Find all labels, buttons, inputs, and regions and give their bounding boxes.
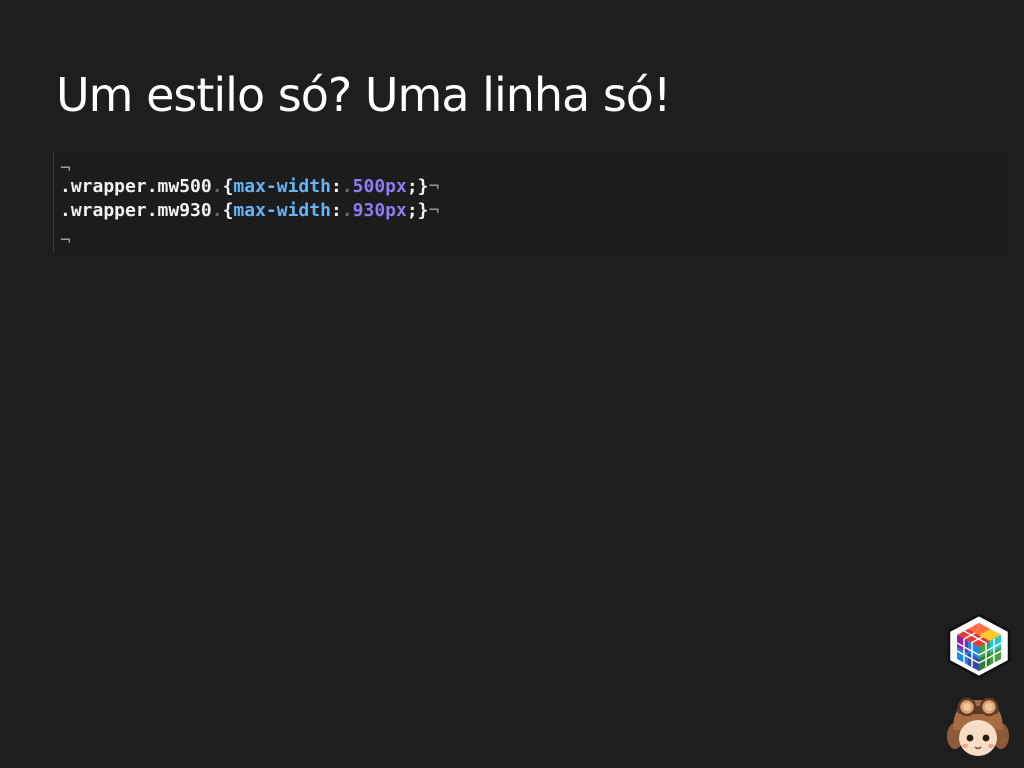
eol-marker: ¬ <box>428 176 440 197</box>
cube-logo-icon <box>947 613 1011 679</box>
eol-marker: ¬ <box>60 230 71 251</box>
semicolon: ; <box>406 176 418 197</box>
css-value: 500px <box>352 176 407 197</box>
css-selector: .wrapper.mw930 <box>60 200 212 221</box>
semicolon: ; <box>406 200 418 221</box>
css-property: max-width <box>233 176 331 197</box>
code-editor: ¬ .wrapper.mw500.{max-width:.500px;}¬ .w… <box>53 152 1007 252</box>
slide-title: Um estilo só? Uma linha só! <box>56 68 671 122</box>
close-brace: } <box>417 200 429 221</box>
code-line-rule: .wrapper.mw500.{max-width:.500px;}¬ <box>60 176 439 198</box>
css-value: 930px <box>352 200 407 221</box>
whitespace-marker: . <box>341 200 353 221</box>
open-brace: { <box>222 200 234 221</box>
code-line-blank: ¬ <box>60 230 71 252</box>
open-brace: { <box>222 176 234 197</box>
colon: : <box>330 200 342 221</box>
css-selector: .wrapper.mw500 <box>60 176 212 197</box>
aviator-mascot-icon <box>947 697 1009 756</box>
code-line-rule: .wrapper.mw930.{max-width:.930px;}¬ <box>60 200 439 222</box>
css-property: max-width <box>233 200 331 221</box>
whitespace-marker: . <box>341 176 353 197</box>
whitespace-marker: . <box>211 200 223 221</box>
close-brace: } <box>417 176 429 197</box>
eol-marker: ¬ <box>428 200 440 221</box>
whitespace-marker: . <box>211 176 223 197</box>
colon: : <box>330 176 342 197</box>
slide: Um estilo só? Uma linha só! ¬ .wrapper.m… <box>0 0 1024 768</box>
